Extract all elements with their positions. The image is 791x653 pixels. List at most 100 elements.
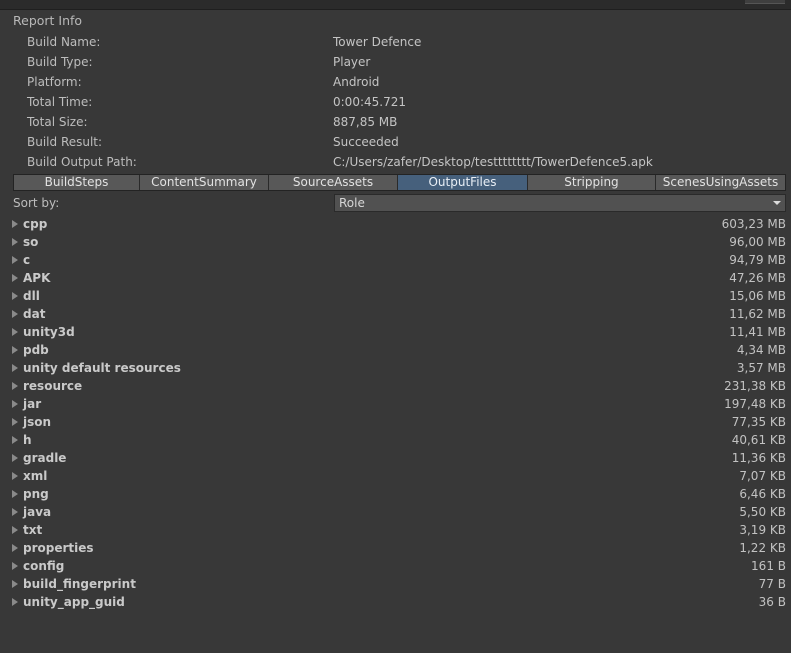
file-group-name: gradle <box>23 451 67 465</box>
foldout-arrow-icon[interactable] <box>12 562 18 570</box>
build-report-window: Report Info Build Name: Tower Defence Bu… <box>0 0 791 653</box>
dropdown-arrow-icon <box>773 201 781 205</box>
foldout-arrow-icon[interactable] <box>12 454 18 462</box>
foldout-arrow-icon[interactable] <box>12 508 18 516</box>
sort-by-dropdown[interactable]: Role <box>334 194 786 212</box>
file-group-row[interactable]: dll 15,06 MB <box>0 287 791 305</box>
tab-content-summary[interactable]: ContentSummary <box>140 175 269 190</box>
file-group-row[interactable]: so 96,00 MB <box>0 233 791 251</box>
info-row-total-time: Total Time: 0:00:45.721 <box>27 92 767 112</box>
info-row-platform: Platform: Android <box>27 72 767 92</box>
foldout-arrow-icon[interactable] <box>12 418 18 426</box>
file-group-size: 77,35 KB <box>731 415 786 429</box>
foldout-arrow-icon[interactable] <box>12 526 18 534</box>
info-row-total-size: Total Size: 887,85 MB <box>27 112 767 132</box>
foldout-arrow-icon[interactable] <box>12 472 18 480</box>
file-group-size: 47,26 MB <box>729 271 786 285</box>
foldout-arrow-icon[interactable] <box>12 400 18 408</box>
foldout-arrow-icon[interactable] <box>12 436 18 444</box>
tab-scenes-using-assets[interactable]: ScenesUsingAssets <box>656 175 785 190</box>
file-group-row[interactable]: pdb 4,34 MB <box>0 341 791 359</box>
info-value: 887,85 MB <box>333 115 398 129</box>
info-label: Build Type: <box>27 55 93 69</box>
file-group-size: 36 B <box>758 595 786 609</box>
file-group-name: dll <box>23 289 40 303</box>
foldout-arrow-icon[interactable] <box>12 364 18 372</box>
info-value[interactable]: C:/Users/zafer/Desktop/testttttttt/Tower… <box>333 152 653 172</box>
tab-build-steps[interactable]: BuildSteps <box>14 175 140 190</box>
tab-source-assets[interactable]: SourceAssets <box>269 175 398 190</box>
file-group-row[interactable]: h 40,61 KB <box>0 431 791 449</box>
file-group-row[interactable]: config 161 B <box>0 557 791 575</box>
sort-by-label: Sort by: <box>13 196 60 210</box>
file-group-size: 603,23 MB <box>721 217 786 231</box>
file-group-row[interactable]: txt 3,19 KB <box>0 521 791 539</box>
file-group-row[interactable]: dat 11,62 MB <box>0 305 791 323</box>
file-group-size: 96,00 MB <box>729 235 786 249</box>
file-group-size: 1,22 KB <box>739 541 786 555</box>
file-group-row[interactable]: gradle 11,36 KB <box>0 449 791 467</box>
info-label: Build Name: <box>27 35 101 49</box>
file-group-row[interactable]: properties 1,22 KB <box>0 539 791 557</box>
foldout-arrow-icon[interactable] <box>12 328 18 336</box>
file-group-row[interactable]: xml 7,07 KB <box>0 467 791 485</box>
tab-stripping[interactable]: Stripping <box>528 175 656 190</box>
file-group-name: png <box>23 487 49 501</box>
file-group-size: 161 B <box>751 559 786 573</box>
info-row-build-result: Build Result: Succeeded <box>27 132 767 152</box>
info-value: 0:00:45.721 <box>333 95 406 109</box>
file-group-name: unity_app_guid <box>23 595 125 609</box>
file-group-name: pdb <box>23 343 49 357</box>
foldout-arrow-icon[interactable] <box>12 274 18 282</box>
file-group-name: cpp <box>23 217 48 231</box>
file-group-row[interactable]: c 94,79 MB <box>0 251 791 269</box>
file-group-size: 3,57 MB <box>736 361 786 375</box>
file-group-name: resource <box>23 379 83 393</box>
foldout-arrow-icon[interactable] <box>12 382 18 390</box>
file-group-row[interactable]: java 5,50 KB <box>0 503 791 521</box>
foldout-arrow-icon[interactable] <box>12 544 18 552</box>
file-group-size: 77 B <box>758 577 786 591</box>
file-group-name: properties <box>23 541 94 555</box>
sort-by-selected-value: Role <box>339 196 365 210</box>
info-value: Succeeded <box>333 135 399 149</box>
file-group-row[interactable]: cpp 603,23 MB <box>0 215 791 233</box>
file-group-row[interactable]: png 6,46 KB <box>0 485 791 503</box>
file-group-row[interactable]: resource 231,38 KB <box>0 377 791 395</box>
info-value: Player <box>333 55 371 69</box>
file-group-row[interactable]: APK 47,26 MB <box>0 269 791 287</box>
report-info-title: Report Info <box>13 13 83 28</box>
file-group-row[interactable]: jar 197,48 KB <box>0 395 791 413</box>
file-group-size: 11,36 KB <box>731 451 786 465</box>
file-group-size: 197,48 KB <box>724 397 786 411</box>
foldout-arrow-icon[interactable] <box>12 346 18 354</box>
file-group-row[interactable]: unity default resources 3,57 MB <box>0 359 791 377</box>
file-group-name: unity default resources <box>23 361 181 375</box>
file-group-size: 40,61 KB <box>731 433 786 447</box>
foldout-arrow-icon[interactable] <box>12 598 18 606</box>
file-group-size: 3,19 KB <box>739 523 786 537</box>
foldout-arrow-icon[interactable] <box>12 220 18 228</box>
file-group-name: build_fingerprint <box>23 577 136 591</box>
file-group-name: so <box>23 235 39 249</box>
window-tab-handle[interactable] <box>745 0 785 4</box>
file-group-row[interactable]: unity_app_guid 36 B <box>0 593 791 611</box>
info-label: Build Output Path: <box>27 155 137 169</box>
info-label: Build Result: <box>27 135 103 149</box>
foldout-arrow-icon[interactable] <box>12 490 18 498</box>
file-group-name: h <box>23 433 32 447</box>
window-top-bar <box>0 0 791 10</box>
tab-output-files[interactable]: OutputFiles <box>398 175 528 190</box>
foldout-arrow-icon[interactable] <box>12 580 18 588</box>
foldout-arrow-icon[interactable] <box>12 256 18 264</box>
file-group-row[interactable]: json 77,35 KB <box>0 413 791 431</box>
file-group-row[interactable]: build_fingerprint 77 B <box>0 575 791 593</box>
foldout-arrow-icon[interactable] <box>12 310 18 318</box>
file-group-size: 11,41 MB <box>729 325 786 339</box>
foldout-arrow-icon[interactable] <box>12 292 18 300</box>
file-group-name: xml <box>23 469 48 483</box>
file-group-name: unity3d <box>23 325 75 339</box>
file-group-size: 4,34 MB <box>736 343 786 357</box>
foldout-arrow-icon[interactable] <box>12 238 18 246</box>
file-group-row[interactable]: unity3d 11,41 MB <box>0 323 791 341</box>
